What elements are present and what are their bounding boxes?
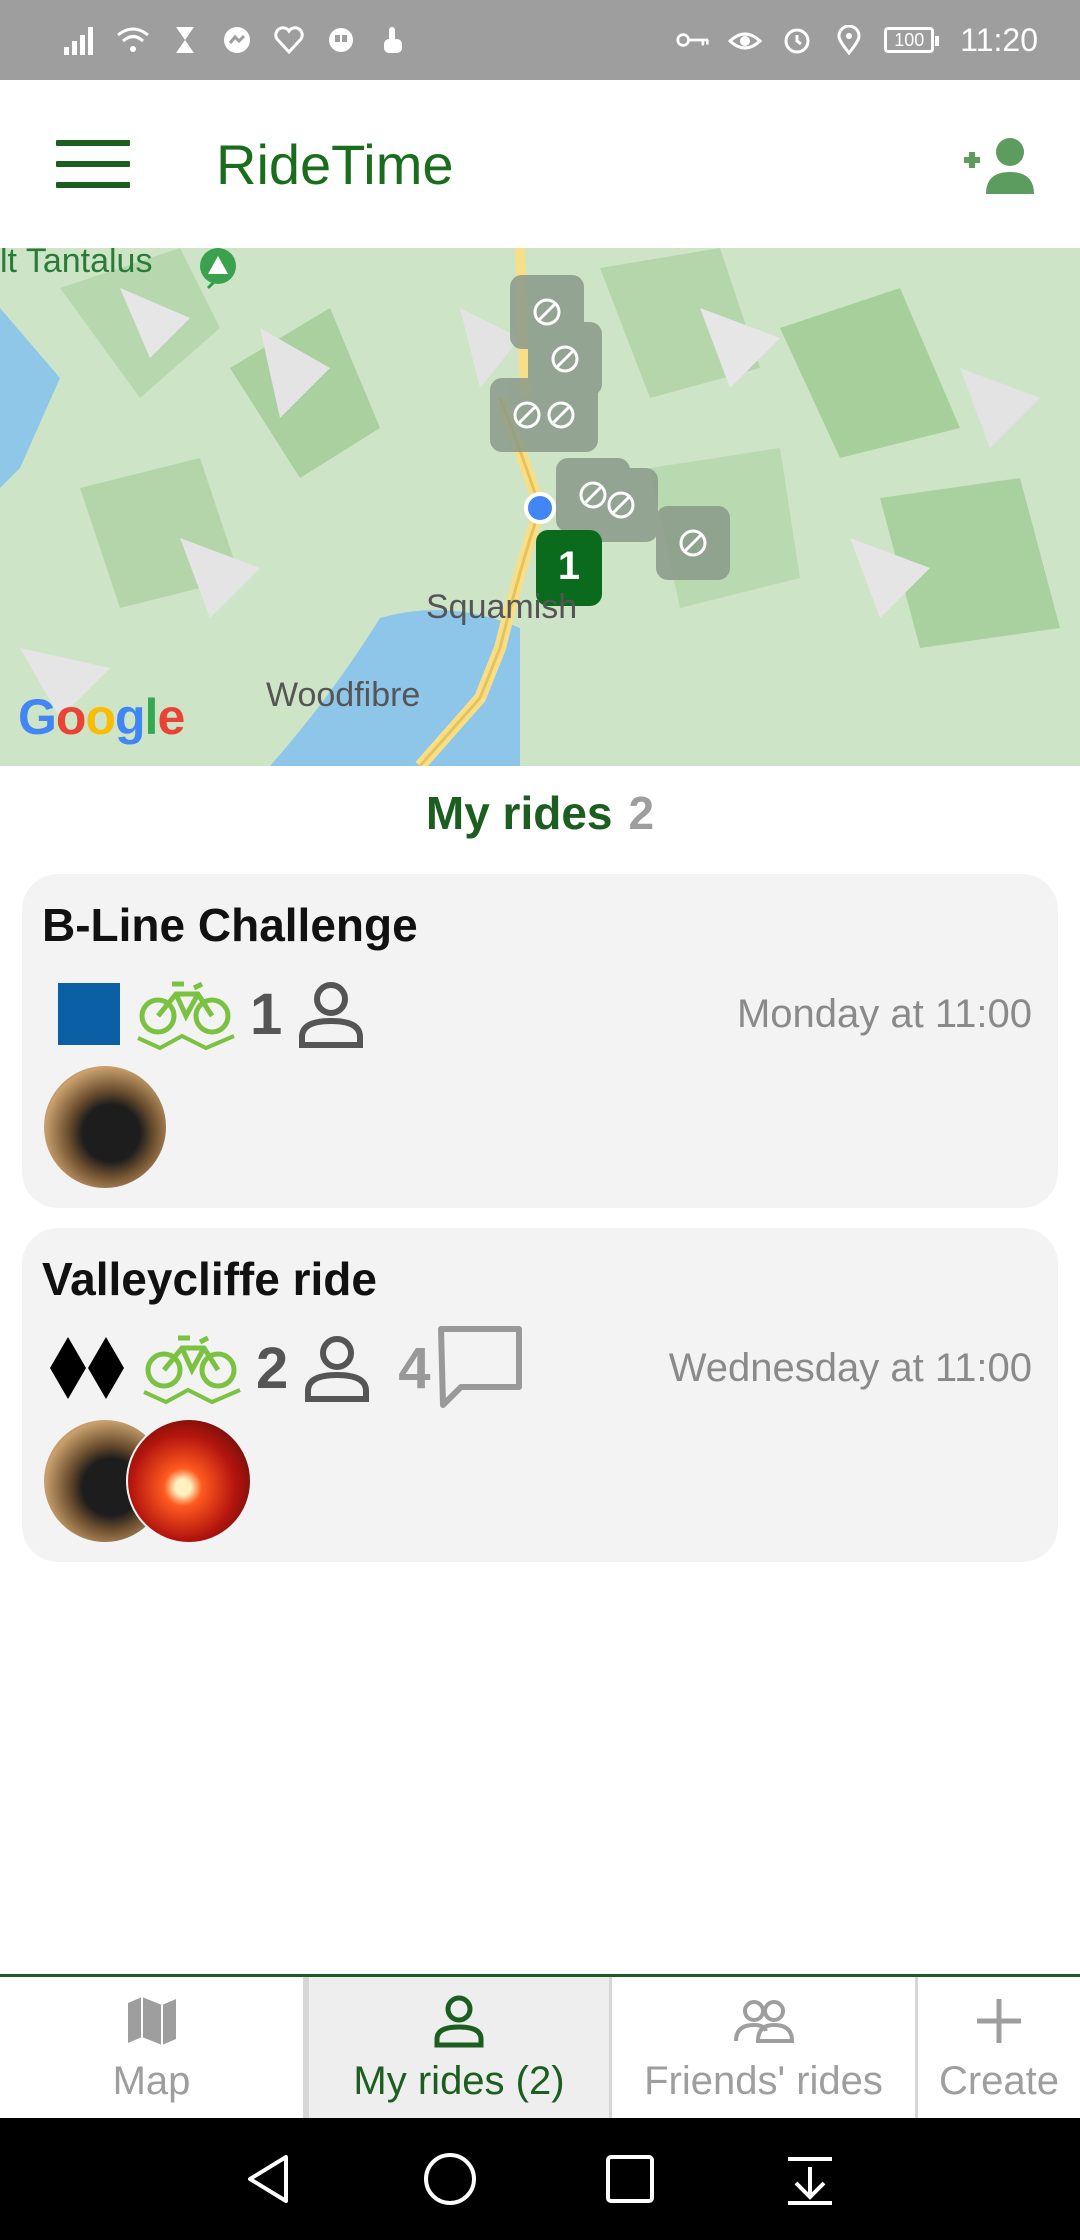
heart-icon <box>272 23 306 57</box>
tab-label: Friends' rides <box>644 2059 883 2103</box>
google-letter: o <box>85 689 116 745</box>
avatar[interactable] <box>126 1418 252 1544</box>
clock: 11:20 <box>960 21 1038 58</box>
battery-icon: 100 <box>884 27 940 53</box>
map-label-squamish: Squamish <box>426 588 578 626</box>
participant-avatars <box>42 1064 168 1190</box>
ride-card[interactable]: Valleycliffe ride 2 4 Wednesday at 11:00 <box>22 1228 1058 1562</box>
add-friend-button[interactable] <box>960 136 1040 196</box>
tab-my-rides[interactable]: My rides (2) <box>306 1977 612 2118</box>
add-person-icon <box>964 138 1034 194</box>
map-view[interactable]: lt Tantalus Squamish Woodfibre 1 Google <box>0 248 1080 766</box>
menu-button[interactable] <box>56 140 130 192</box>
notification-pulldown-icon[interactable] <box>780 2149 840 2209</box>
key-icon <box>676 23 710 57</box>
google-letter: l <box>144 689 159 745</box>
plus-icon <box>977 1999 1021 2043</box>
status-bar: 100 11:20 <box>0 0 1080 80</box>
menu-icon-line <box>56 182 130 188</box>
mountain-bike-icon <box>137 981 235 1051</box>
hourglass-icon <box>168 23 202 57</box>
map-icon <box>127 1997 176 2045</box>
person-icon <box>305 1336 370 1402</box>
tab-friends-rides[interactable]: Friends' rides <box>612 1977 918 2118</box>
touch-icon <box>376 23 410 57</box>
section-count: 2 <box>628 787 655 839</box>
mountain-bike-icon <box>143 1335 241 1405</box>
ride-title: Valleycliffe ride <box>42 1253 377 1305</box>
ride-title: B-Line Challenge <box>42 899 418 951</box>
location-icon <box>832 23 866 57</box>
double-black-diamond-icon <box>50 1337 124 1399</box>
tab-create[interactable]: Create <box>918 1977 1080 2118</box>
rider-count: 1 <box>250 981 283 1047</box>
google-letter: e <box>157 689 185 745</box>
menu-icon-line <box>56 140 130 146</box>
section-header: My rides 2 <box>0 786 1080 840</box>
ride-info-row: 1 <box>42 974 366 1054</box>
home-icon[interactable] <box>420 2149 480 2209</box>
ride-card[interactable]: B-Line Challenge 1 Monday at 11:00 <box>22 874 1058 1208</box>
google-letter: g <box>115 689 146 745</box>
status-icons-left <box>64 23 410 57</box>
back-icon[interactable] <box>240 2149 300 2209</box>
section-title: My rides <box>425 787 613 839</box>
blue-square-difficulty-icon <box>58 983 120 1045</box>
wifi-icon <box>116 23 150 57</box>
tab-map[interactable]: Map <box>0 1977 306 2118</box>
avatar[interactable] <box>42 1064 168 1190</box>
chat-icon[interactable] <box>435 1323 525 1413</box>
alarm-icon <box>780 23 814 57</box>
recents-icon[interactable] <box>600 2149 660 2209</box>
map-label-woodfibre: Woodfibre <box>266 676 421 714</box>
eye-icon <box>728 23 763 57</box>
people-icon <box>733 2000 794 2043</box>
ride-info-row: 2 4 <box>42 1326 525 1408</box>
person-icon <box>434 1995 484 2048</box>
quote-icon <box>324 23 358 57</box>
signal-icon <box>64 23 98 57</box>
rider-count: 2 <box>256 1335 289 1401</box>
tab-label: Map <box>112 2059 191 2103</box>
ride-cluster-marker[interactable]: 1 <box>536 544 602 589</box>
status-icons-right: 100 11:20 <box>676 22 1038 59</box>
app-bar: RideTime <box>0 80 1080 248</box>
person-icon <box>299 982 364 1048</box>
bottom-tab-bar: Map My rides (2) Friends' rides Create <box>0 1974 1080 2118</box>
menu-icon-line <box>56 161 130 167</box>
messenger-icon <box>220 23 254 57</box>
system-nav-bar <box>0 2118 1080 2240</box>
map-label-tantalus: lt Tantalus <box>0 248 153 280</box>
participant-avatars <box>42 1418 252 1544</box>
app-title: RideTime <box>216 133 454 196</box>
google-letter: G <box>18 689 57 745</box>
google-logo: Google <box>18 688 185 746</box>
ride-time: Monday at 11:00 <box>736 992 1032 1036</box>
message-count: 4 <box>398 1335 431 1401</box>
tab-label: Create <box>938 2059 1060 2103</box>
tab-label: My rides (2) <box>353 2059 565 2103</box>
ride-time: Wednesday at 11:00 <box>668 1346 1032 1390</box>
google-letter: o <box>55 689 87 745</box>
